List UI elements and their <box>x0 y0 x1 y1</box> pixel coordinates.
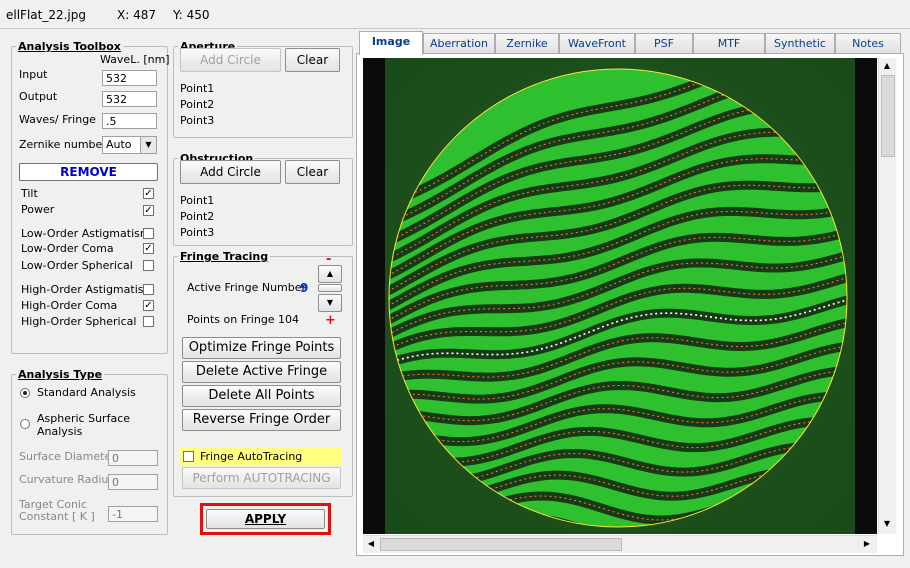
vertical-scrollbar[interactable]: ▲ ▼ <box>878 58 896 534</box>
delete-all-points-button[interactable]: Delete All Points <box>182 385 341 407</box>
arrow-down-icon: ▼ <box>326 298 334 307</box>
ho-astigmatism-checkbox[interactable] <box>143 284 154 295</box>
active-fringe-label: Active Fringe Number <box>187 281 307 294</box>
obstruction-clear-button[interactable]: Clear <box>285 160 340 184</box>
ho-spherical-checkbox[interactable] <box>143 316 154 327</box>
term-label-ho-coma: High-Order Coma <box>21 299 118 312</box>
tab-notes[interactable]: Notes <box>835 33 901 53</box>
fringe-autotracing-label: Fringe AutoTracing <box>200 450 303 463</box>
curvature-radius-field[interactable]: 0 <box>108 474 158 490</box>
remove-button[interactable]: REMOVE <box>19 163 158 181</box>
waves-per-fringe-label: Waves/ Fringe <box>19 113 96 126</box>
scroll-left-arrow-icon[interactable]: ◀ <box>365 538 377 550</box>
interferogram-image[interactable] <box>363 58 877 534</box>
zernike-number-select[interactable]: Auto ▼ <box>102 136 157 154</box>
wavelength-unit-label: WaveL. [nm] <box>100 53 170 66</box>
tab-zernike[interactable]: Zernike <box>495 33 559 53</box>
term-label-lo-spherical: Low-Order Spherical <box>21 259 133 272</box>
aspheric-analysis-label-line2: Analysis <box>37 425 83 438</box>
term-label-lo-coma: Low-Order Coma <box>21 242 114 255</box>
lo-coma-checkbox[interactable]: ✓ <box>143 243 154 254</box>
arrow-up-icon: ▲ <box>326 269 334 278</box>
lo-astigmatism-checkbox[interactable] <box>143 228 154 239</box>
active-fringe-value: 9 <box>300 281 309 295</box>
target-conic-label-line2: Constant [ K ] <box>19 510 95 523</box>
scroll-up-arrow-icon[interactable]: ▲ <box>881 60 893 72</box>
vertical-scroll-thumb[interactable] <box>881 75 895 157</box>
curvature-radius-label: Curvature Radius <box>19 473 115 486</box>
apply-button-highlight: APPLY <box>200 503 331 535</box>
aspheric-analysis-label-line1: Aspheric Surface <box>37 412 131 425</box>
surface-diameter-label: Surface Diameter <box>19 450 116 463</box>
delete-active-fringe-button[interactable]: Delete Active Fringe <box>182 361 341 383</box>
y-coordinate-readout: Y: 450 <box>173 8 210 22</box>
chevron-down-icon[interactable]: ▼ <box>140 137 156 153</box>
power-checkbox[interactable]: ✓ <box>143 205 154 216</box>
target-conic-field[interactable]: -1 <box>108 506 158 522</box>
reverse-fringe-order-button[interactable]: Reverse Fringe Order <box>182 409 341 431</box>
fringe-spinner-track[interactable] <box>318 284 342 292</box>
increment-marker: + <box>325 313 336 328</box>
output-label: Output <box>19 90 58 103</box>
perform-autotracing-button[interactable]: Perform AUTOTRACING <box>182 467 341 489</box>
apply-button[interactable]: APPLY <box>206 509 325 529</box>
aperture-add-circle-button[interactable]: Add Circle <box>180 48 281 72</box>
tab-image[interactable]: Image <box>359 31 423 55</box>
term-label-power: Power <box>21 203 55 216</box>
term-label-tilt: Tilt <box>21 187 38 200</box>
output-wavelength-field[interactable]: 532 <box>102 91 157 107</box>
ho-coma-checkbox[interactable]: ✓ <box>143 300 154 311</box>
scroll-down-arrow-icon[interactable]: ▼ <box>881 518 893 530</box>
standard-analysis-label: Standard Analysis <box>37 386 136 399</box>
window-title: ellFlat_22.jpg <box>6 8 86 22</box>
fringe-up-button[interactable]: ▲ <box>318 265 342 283</box>
zernike-number-label: Zernike number <box>19 138 107 151</box>
waves-per-fringe-field[interactable]: .5 <box>102 113 157 129</box>
term-label-ho-spherical: High-Order Spherical <box>21 315 137 328</box>
optimize-fringe-points-button[interactable]: Optimize Fringe Points <box>182 337 341 359</box>
term-label-ho-astigmatism: High-Order Astigmatism <box>21 283 155 296</box>
points-on-fringe-label: Points on Fringe 104 <box>187 313 300 326</box>
standard-analysis-radio[interactable] <box>20 388 30 398</box>
obstruction-point-3: Point3 <box>180 226 215 239</box>
horizontal-scrollbar[interactable]: ◀ ▶ <box>363 535 877 553</box>
surface-diameter-field[interactable]: 0 <box>108 450 158 466</box>
tab-mtf[interactable]: MTF <box>693 33 765 53</box>
x-coordinate-readout: X: 487 <box>117 8 156 22</box>
horizontal-scroll-thumb[interactable] <box>380 538 622 551</box>
tab-psf[interactable]: PSF <box>635 33 693 53</box>
input-label: Input <box>19 68 48 81</box>
aperture-point-1: Point1 <box>180 82 215 95</box>
tab-wavefront[interactable]: WaveFront <box>559 33 635 53</box>
aperture-clear-button[interactable]: Clear <box>285 48 340 72</box>
fringe-down-button[interactable]: ▼ <box>318 294 342 312</box>
input-wavelength-field[interactable]: 532 <box>102 70 157 86</box>
fringe-tracing-title: Fringe Tracing <box>180 250 269 263</box>
obstruction-point-1: Point1 <box>180 194 215 207</box>
title-bar: ellFlat_22.jpg X: 487 Y: 450 <box>0 0 910 29</box>
term-label-lo-astigmatism: Low-Order Astigmatism <box>21 227 151 240</box>
obstruction-point-2: Point2 <box>180 210 215 223</box>
tab-synthetic[interactable]: Synthetic <box>765 33 835 53</box>
aperture-point-3: Point3 <box>180 114 215 127</box>
tab-aberration[interactable]: Aberration <box>423 33 495 53</box>
aperture-point-2: Point2 <box>180 98 215 111</box>
fringe-autotracing-option[interactable]: Fringe AutoTracing <box>180 448 342 465</box>
obstruction-add-circle-button[interactable]: Add Circle <box>180 160 281 184</box>
aspheric-analysis-radio[interactable] <box>20 419 30 429</box>
tilt-checkbox[interactable]: ✓ <box>143 188 154 199</box>
scroll-right-arrow-icon[interactable]: ▶ <box>861 538 873 550</box>
interferogram-viewport[interactable] <box>363 58 877 534</box>
zernike-number-value: Auto <box>106 138 132 151</box>
analysis-type-title: Analysis Type <box>18 368 103 381</box>
analysis-toolbox-title: Analysis Toolbox <box>18 40 121 53</box>
lo-spherical-checkbox[interactable] <box>143 260 154 271</box>
fringe-autotracing-checkbox[interactable] <box>183 451 194 462</box>
